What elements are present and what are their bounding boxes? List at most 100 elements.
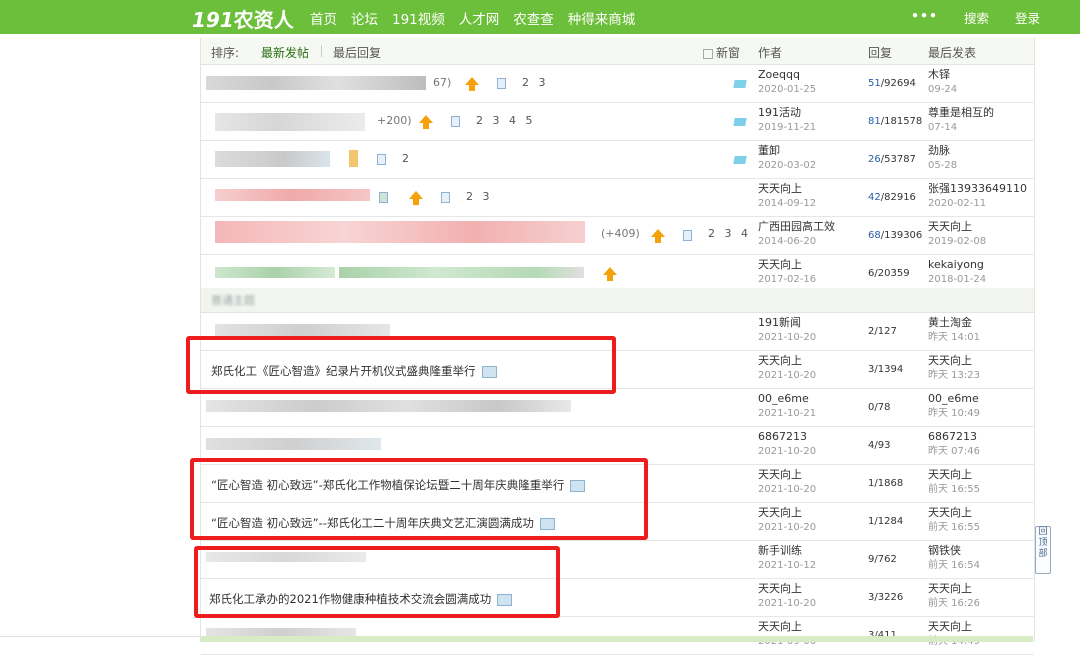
last-post-date[interactable]: 2019-02-08 (928, 234, 986, 249)
last-post-user[interactable]: 天天向上 (928, 219, 986, 234)
sort-last-reply[interactable]: 最后回复 (333, 44, 381, 61)
up-arrow-stem (607, 275, 613, 281)
sticky-row[interactable]: 67) 2 3 Zoeqqq 2020-01-25 51/92694 木铎 09-2… (201, 65, 1034, 103)
reply-count[interactable]: 3 (868, 364, 874, 375)
sticky-row[interactable]: 2 董卸 2020-03-02 26/53787 劲脉 05-28 (201, 141, 1034, 179)
last-post-user[interactable]: 钢铁侠 (928, 543, 980, 558)
author-name[interactable]: 天天向上 (758, 181, 816, 196)
last-post-date[interactable]: 07-14 (928, 120, 994, 135)
more-icon[interactable]: ••• (911, 8, 938, 27)
sticky-row[interactable]: 2 3 天天向上 2014-09-12 42/82916 张强1393364911… (201, 179, 1034, 217)
diamond-icon (733, 156, 747, 164)
reply-count[interactable]: 1 (868, 478, 874, 489)
checkbox-icon[interactable] (703, 48, 713, 59)
up-arrow-stem (469, 85, 475, 91)
blurred-title (215, 267, 335, 278)
reply-stats: 9/762 (868, 554, 897, 565)
nav-nongchacha[interactable]: 农查查 (513, 8, 554, 28)
reply-count[interactable]: 1 (868, 516, 874, 527)
last-post-date[interactable]: 昨天 10:49 (928, 406, 980, 421)
author-name[interactable]: 天天向上 (758, 353, 816, 368)
last-post-date[interactable]: 09-24 (928, 82, 957, 97)
last-post-user[interactable]: 黄土淘金 (928, 315, 980, 330)
reply-count[interactable]: 68 (868, 230, 881, 241)
new-window-toggle[interactable]: 新窗 (703, 44, 740, 61)
last-post-user[interactable]: 木铎 (928, 67, 957, 82)
last-post-user[interactable]: 00_e6me (928, 391, 980, 406)
last-post-user[interactable]: 尊重是相互的 (928, 105, 994, 120)
last-post-cell: 天天向上前天 14:49 (928, 619, 980, 649)
back-to-top-button[interactable]: 回顶部 (1035, 526, 1051, 574)
nav-video[interactable]: 191视频 (392, 8, 445, 28)
blurred-title (215, 324, 390, 336)
blurred-title (339, 267, 584, 278)
author-name[interactable]: 天天向上 (758, 467, 816, 482)
author-name[interactable]: 00_e6me (758, 391, 816, 406)
author-name[interactable]: 新手训练 (758, 543, 816, 558)
author-name[interactable]: 天天向上 (758, 581, 816, 596)
sticky-row[interactable]: +200) 2 3 4 5 191活动 2019-11-21 81/181578 … (201, 103, 1034, 141)
nav-home[interactable]: 首页 (310, 8, 337, 28)
reply-count[interactable]: 6 (868, 268, 874, 279)
reply-count[interactable]: 81 (868, 116, 881, 127)
thread-row[interactable]: 00_e6me 2021-10-21 0/78 00_e6me 昨天 10:49 (201, 389, 1034, 427)
last-post-user[interactable]: 天天向上 (928, 581, 980, 596)
reply-count[interactable]: 0 (868, 402, 874, 413)
post-date: 2021-10-20 (758, 484, 817, 495)
reply-count[interactable]: 4 (868, 440, 874, 451)
last-post-date[interactable]: 昨天 13:23 (928, 368, 980, 383)
nav-talent[interactable]: 人才网 (459, 8, 500, 28)
author-name[interactable]: 天天向上 (758, 257, 816, 272)
page-links[interactable]: 2 3 (522, 76, 549, 89)
search-link[interactable]: 搜索 (964, 8, 989, 27)
last-post-user[interactable]: 张强13933649110 (928, 181, 1027, 196)
nav-forum[interactable]: 论坛 (351, 8, 378, 28)
author-name[interactable]: 广西田园高工效 (758, 219, 835, 234)
reply-count[interactable]: 42 (868, 192, 881, 203)
page-links[interactable]: 2 3 4 (708, 227, 751, 240)
reply-count[interactable]: 3 (868, 592, 874, 603)
author-name[interactable]: 191活动 (758, 105, 816, 120)
author-name[interactable]: 191新闻 (758, 315, 816, 330)
view-count: 1868 (877, 478, 904, 489)
thread-list-header: 排序: 最新发帖 最后回复 新窗 作者 回复 最后发表 (201, 38, 1034, 65)
page-links[interactable]: 2 (402, 152, 412, 165)
last-post-date[interactable]: 前天 16:26 (928, 596, 980, 611)
last-post-date[interactable]: 05-28 (928, 158, 957, 173)
last-post-date[interactable]: 2020-02-11 (928, 196, 1027, 211)
sort-newest[interactable]: 最新发帖 (261, 44, 309, 61)
blurred-title (215, 221, 585, 243)
author-name[interactable]: Zoeqqq (758, 67, 816, 82)
blurred-title (206, 400, 571, 412)
page-links[interactable]: 2 3 (466, 190, 493, 203)
last-post-user[interactable]: 天天向上 (928, 619, 980, 634)
author-name[interactable]: 6867213 (758, 429, 816, 444)
last-post-user[interactable]: kekaiyong (928, 257, 986, 272)
last-post-date[interactable]: 前天 16:54 (928, 558, 980, 573)
last-post-date[interactable]: 前天 16:55 (928, 482, 980, 497)
last-post-user[interactable]: 天天向上 (928, 467, 980, 482)
author-name[interactable]: 天天向上 (758, 505, 816, 520)
login-link[interactable]: 登录 (1015, 8, 1040, 27)
last-post-date[interactable]: 前天 16:55 (928, 520, 980, 535)
last-post-date[interactable]: 昨天 07:46 (928, 444, 980, 459)
sticky-row[interactable]: (+409) 2 3 4 广西田园高工效 2014-06-20 68/139306… (201, 217, 1034, 255)
author-name[interactable]: 天天向上 (758, 619, 816, 634)
last-post-user[interactable]: 天天向上 (928, 505, 980, 520)
reply-stats: 3/1394 (868, 364, 904, 375)
blurred-title (215, 113, 365, 131)
reply-count[interactable]: 2 (868, 326, 874, 337)
last-post-date[interactable]: 2018-01-24 (928, 272, 986, 287)
nav-mall[interactable]: 种得来商城 (568, 8, 636, 28)
last-post-user[interactable]: 天天向上 (928, 353, 980, 368)
reply-count[interactable]: 26 (868, 154, 881, 165)
page-links[interactable]: 2 3 4 5 (476, 114, 535, 127)
author-name[interactable]: 董卸 (758, 143, 816, 158)
reply-count[interactable]: 51 (868, 78, 881, 89)
section-divider: 普通主题 (201, 288, 1034, 313)
reply-count[interactable]: 9 (868, 554, 874, 565)
site-logo[interactable]: 191农资人 (192, 4, 294, 33)
last-post-date[interactable]: 昨天 14:01 (928, 330, 980, 345)
last-post-user[interactable]: 劲脉 (928, 143, 957, 158)
last-post-user[interactable]: 6867213 (928, 429, 980, 444)
